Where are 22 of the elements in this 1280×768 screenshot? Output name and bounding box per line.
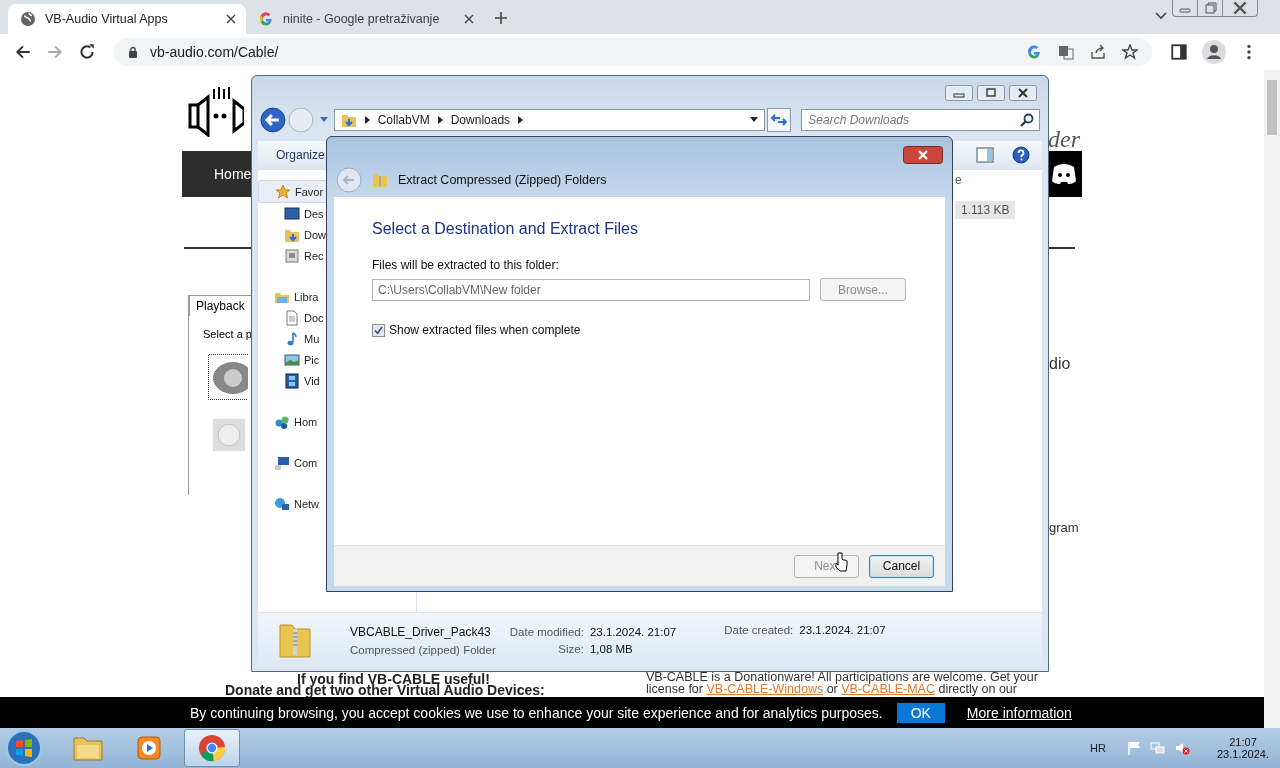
dialog-title: Extract Compressed (Zipped) Folders (398, 173, 607, 187)
url-text: vb-audio.com/Cable/ (150, 44, 279, 60)
property-label: Size: (557, 642, 584, 655)
license-text: VB-CABLE is a Donationware! All participations are welcome. Get your (646, 670, 1038, 684)
property-label: Date modified: (509, 625, 584, 638)
file-name: VBCABLE_Driver_Pack43 (350, 624, 492, 639)
property-value: 1,08 MB (589, 642, 634, 655)
file-type: Compressed (zipped) Folder (350, 643, 496, 656)
tab-title: VB-Audio Virtual Apps (45, 12, 169, 26)
property-label: Date created: (724, 624, 794, 636)
cookie-text: By continuing browsing, you accept cookies we use to enhance your site experience and for analytics purposes. (190, 704, 883, 721)
property-value: 23.1.2024. 21:07 (589, 625, 677, 638)
body-text: dio (1049, 355, 1071, 373)
folder-label: Files will be extracted to this folder: (372, 258, 560, 272)
property-value: 23.1.2024. 21:07 (799, 624, 886, 636)
body-text: gram (1049, 520, 1079, 535)
tagline-text: der (1048, 126, 1080, 153)
tab-title: ninite - Google pretraživanje (283, 12, 441, 26)
file-size-cell: 1.113 KB (955, 201, 1016, 219)
checkbox-label: Show extracted files when complete (389, 323, 581, 337)
panel-text: Select a p (203, 328, 252, 340)
dialog-heading: Select a Destination and Extract Files (372, 220, 639, 238)
